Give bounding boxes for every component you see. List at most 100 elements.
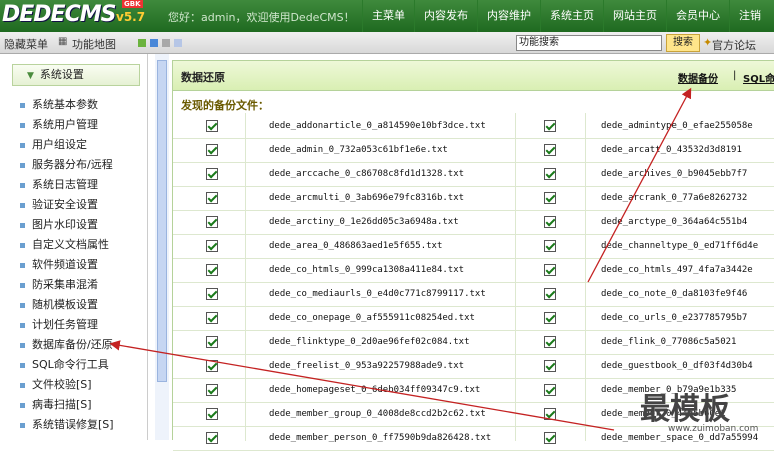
sidebar-item-anti-collect[interactable]: 防采集串混淆: [20, 276, 98, 292]
file-checkbox[interactable]: [206, 408, 218, 420]
file-checkbox[interactable]: [206, 264, 218, 276]
sidebar-item-custom-attr[interactable]: 自定义文档属性: [20, 236, 109, 252]
logo-text: DEDECMS: [2, 2, 116, 27]
backup-filename: dede_co_note_0_da8103fe9f46: [601, 289, 748, 299]
file-checkbox[interactable]: [544, 408, 556, 420]
sidebar-item-basic-params[interactable]: 系统基本参数: [20, 96, 98, 112]
backup-filename: dede_homepageset_0_6deb034ff09347c9.txt: [269, 385, 481, 395]
blue-skin-icon[interactable]: [150, 39, 158, 47]
top-nav-site-home[interactable]: 网站主页: [603, 0, 666, 32]
sidebar-item-watermark[interactable]: 图片水印设置: [20, 216, 98, 232]
file-checkbox[interactable]: [206, 168, 218, 180]
bullet-icon: [20, 402, 25, 408]
table-row: dede_co_htmls_0_999ca1308a411e84.txt dede…: [173, 259, 774, 283]
table-row: dede_addonarticle_0_a814590e10bf3dce.txt…: [173, 115, 774, 139]
backup-filename: dede_co_onepage_0_af555911c08254ed.txt: [269, 313, 475, 323]
sidebar-item-soft-channel[interactable]: 软件频道设置: [20, 256, 98, 272]
file-checkbox[interactable]: [206, 336, 218, 348]
found-files-label: 发现的备份文件：: [181, 99, 269, 112]
file-checkbox[interactable]: [544, 264, 556, 276]
file-checkbox[interactable]: [544, 360, 556, 372]
file-checkbox[interactable]: [206, 240, 218, 252]
backup-filename: dede_area_0_486863aed1e5f655.txt: [269, 241, 443, 251]
file-checkbox[interactable]: [544, 384, 556, 396]
sql-command-link[interactable]: SQL命令: [743, 70, 774, 85]
sidebar-item-label: 系统日志管理: [32, 178, 98, 191]
sidebar-item-system-log[interactable]: 系统日志管理: [20, 176, 98, 192]
hide-menu-button[interactable]: 隐藏菜单: [4, 36, 48, 52]
top-nav-logout[interactable]: 注销: [729, 0, 770, 32]
sidebar-item-user-group[interactable]: 用户组设定: [20, 136, 87, 152]
table-row: dede_area_0_486863aed1e5f655.txt dede_cha…: [173, 235, 774, 259]
data-backup-link[interactable]: 数据备份: [678, 70, 718, 85]
backup-filename: dede_arctiny_0_1e26dd05c3a6948a.txt: [269, 217, 459, 227]
sidebar-item-label: 数据库备份/还原: [32, 338, 113, 351]
file-checkbox[interactable]: [206, 144, 218, 156]
file-checkbox[interactable]: [544, 120, 556, 132]
file-checkbox[interactable]: [206, 288, 218, 300]
page-title: 数据还原: [181, 71, 225, 84]
file-checkbox[interactable]: [206, 312, 218, 324]
function-search-input[interactable]: 功能搜索: [516, 35, 662, 51]
top-nav-main-menu[interactable]: 主菜单: [362, 0, 414, 32]
link-separator: |: [733, 70, 737, 81]
file-checkbox[interactable]: [544, 312, 556, 324]
sidebar-item-label: 验证安全设置: [32, 198, 98, 211]
backup-filename: dede_freelist_0_953a92257988ade9.txt: [269, 361, 465, 371]
file-checkbox[interactable]: [206, 384, 218, 396]
top-nav-member-center[interactable]: 会员中心: [666, 0, 729, 32]
sidebar-item-server-remote[interactable]: 服务器分布/远程: [20, 156, 113, 172]
sidebar-item-security[interactable]: 验证安全设置: [20, 196, 98, 212]
dedecms-logo[interactable]: DEDECMS GBK v5.7: [0, 0, 150, 30]
file-checkbox[interactable]: [206, 360, 218, 372]
backup-filename: dede_member_group_0_4008de8ccd2b2c62.txt: [269, 409, 486, 419]
sidebar-item-label: 系统错误修复[S]: [32, 418, 114, 431]
sidebar-item-db-backup[interactable]: 数据库备份/还原: [20, 336, 113, 352]
sidebar: ▼ 系统设置 系统基本参数 系统用户管理 用户组设定 服务器分布/远程 系统日志管…: [0, 54, 148, 440]
sidebar-item-label: 计划任务管理: [32, 318, 98, 331]
sidebar-item-label: 系统基本参数: [32, 98, 98, 111]
sidebar-item-random-template[interactable]: 随机模板设置: [20, 296, 98, 312]
file-checkbox[interactable]: [544, 432, 556, 444]
file-checkbox[interactable]: [206, 216, 218, 228]
sidebar-item-file-check[interactable]: 文件校验[S]: [20, 376, 92, 392]
official-forum-link[interactable]: 官方论坛: [712, 37, 756, 53]
function-map-button[interactable]: 功能地图: [72, 36, 116, 52]
main-panel: 数据还原 数据备份 | SQL命令 发现的备份文件： dede_addonart…: [172, 60, 774, 451]
file-checkbox[interactable]: [544, 216, 556, 228]
sidebar-item-user-manage[interactable]: 系统用户管理: [20, 116, 98, 132]
sidebar-header[interactable]: ▼ 系统设置: [12, 64, 140, 86]
main-header: 数据还原 数据备份 | SQL命令: [173, 61, 774, 91]
top-nav-system-home[interactable]: 系统主页: [540, 0, 603, 32]
top-nav-content-maintain[interactable]: 内容维护: [477, 0, 540, 32]
backup-filename: dede_arcrank_0_77a6e8262732: [601, 193, 748, 203]
top-nav-content-publish[interactable]: 内容发布: [414, 0, 477, 32]
file-checkbox[interactable]: [544, 192, 556, 204]
sidebar-scrollbar[interactable]: [157, 60, 167, 382]
green-skin-icon[interactable]: [138, 39, 146, 47]
file-checkbox[interactable]: [544, 168, 556, 180]
file-checkbox[interactable]: [544, 336, 556, 348]
file-checkbox[interactable]: [206, 432, 218, 444]
backup-filename: dede_co_htmls_497_4fa7a3442e: [601, 265, 753, 275]
file-checkbox[interactable]: [206, 192, 218, 204]
bullet-icon: [20, 142, 25, 148]
gray-skin-icon[interactable]: [162, 39, 170, 47]
expand-arrow-icon: ▼: [27, 71, 34, 81]
backup-filename: dede_flink_0_77086c5a5021: [601, 337, 737, 347]
file-checkbox[interactable]: [206, 120, 218, 132]
table-row: dede_flinktype_0_2d0ae96fef02c084.txt ded…: [173, 331, 774, 355]
file-checkbox[interactable]: [544, 240, 556, 252]
file-checkbox[interactable]: [544, 288, 556, 300]
sidebar-item-sql-tool[interactable]: SQL命令行工具: [20, 356, 109, 372]
light-skin-icon[interactable]: [174, 39, 182, 47]
sidebar-item-label: 病毒扫描[S]: [32, 398, 92, 411]
file-checkbox[interactable]: [544, 144, 556, 156]
sidebar-item-scheduled-task[interactable]: 计划任务管理: [20, 316, 98, 332]
backup-filename: dede_arcmulti_0_3ab696e79fc8316b.txt: [269, 193, 465, 203]
sidebar-item-virus-scan[interactable]: 病毒扫描[S]: [20, 396, 92, 412]
table-row: dede_co_onepage_0_af555911c08254ed.txt de…: [173, 307, 774, 331]
search-button[interactable]: 搜索: [666, 34, 700, 52]
sidebar-item-error-repair[interactable]: 系统错误修复[S]: [20, 416, 114, 432]
welcome-text: 您好：admin，欢迎使用DedeCMS！: [168, 11, 355, 24]
